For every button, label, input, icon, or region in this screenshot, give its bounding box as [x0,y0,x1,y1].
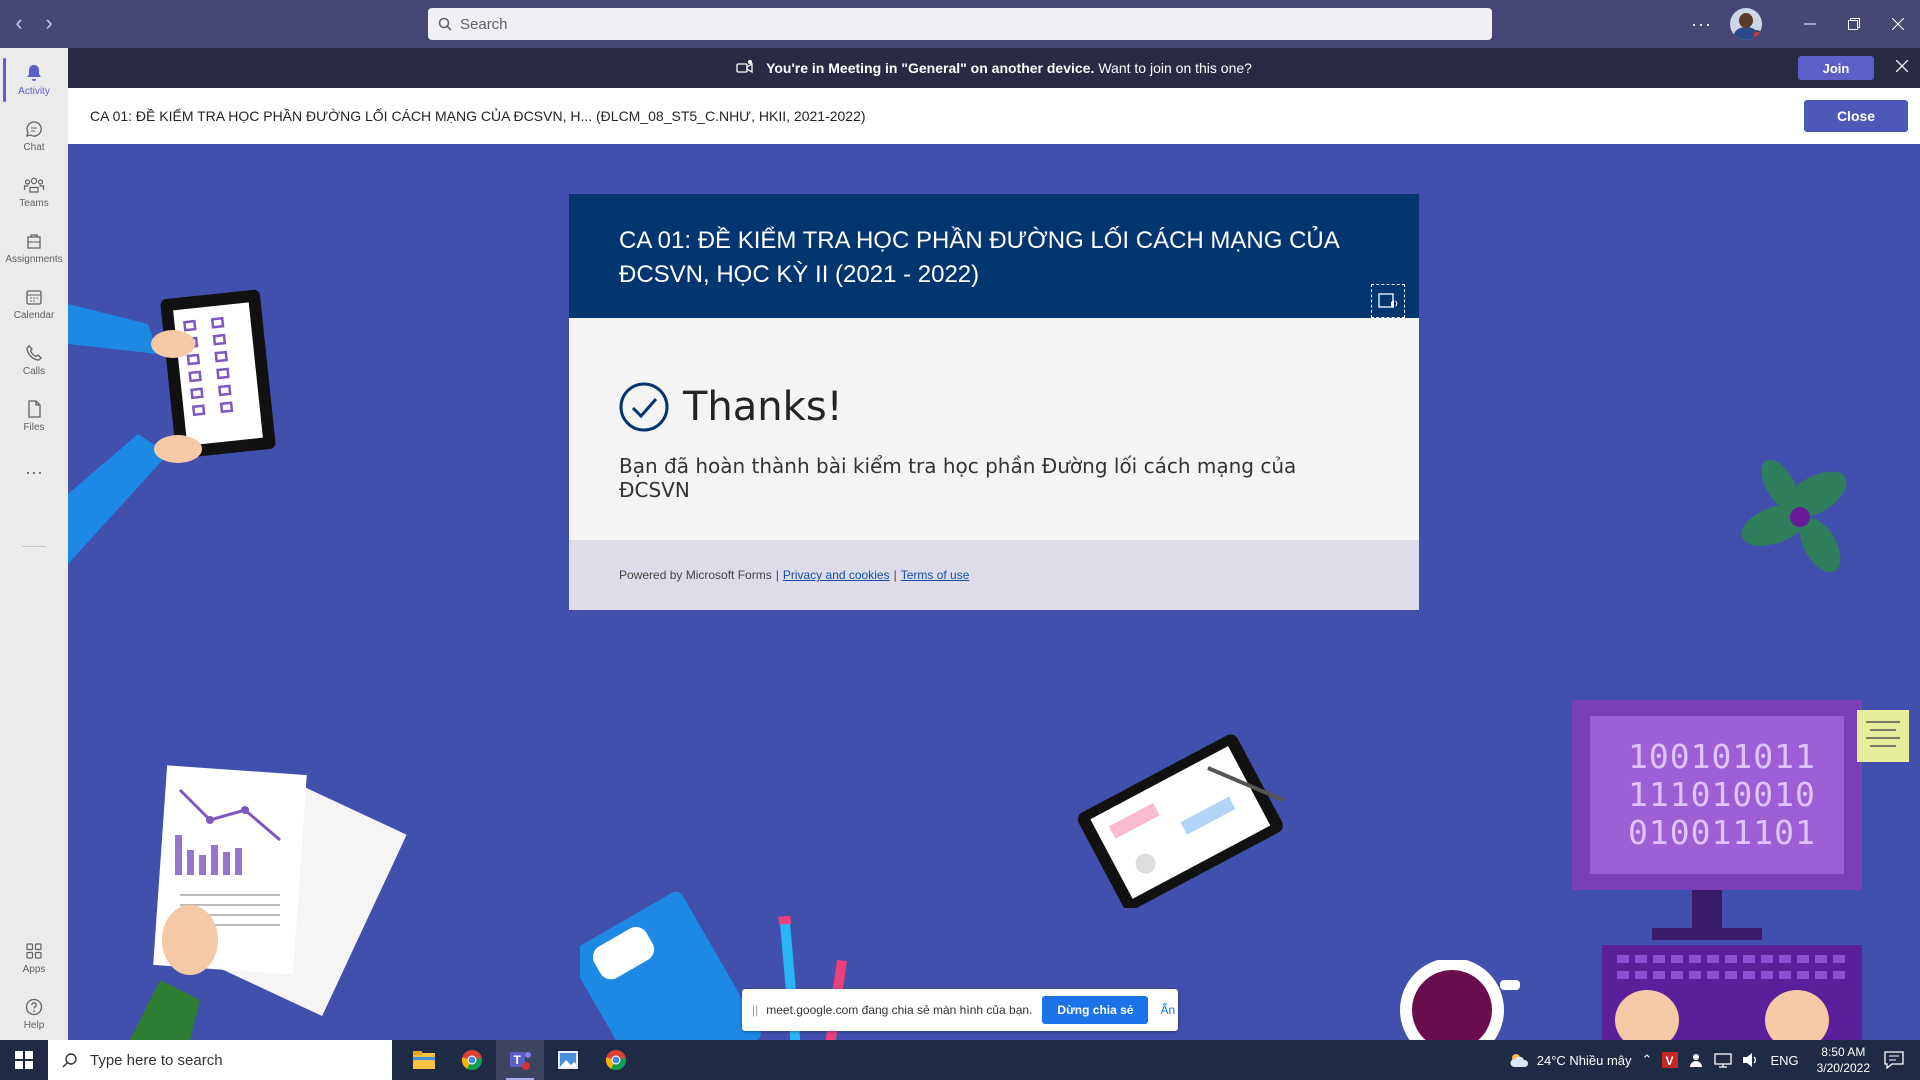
meeting-device-icon [736,60,753,74]
banner-bold-text: You're in Meeting in "General" on anothe… [766,60,1095,76]
network-icon[interactable] [1714,1052,1733,1068]
stop-sharing-button[interactable]: Dừng chia sẻ [1042,996,1149,1024]
binary-screen-text: 100101011 111010010 010011101 [1628,737,1816,852]
weather-text[interactable]: 24°C Nhiều mây [1537,1053,1632,1068]
close-icon[interactable] [1895,56,1909,77]
taskbar: Type here to search T 24°C Nhiều mây ⌃ V… [0,1040,1920,1080]
nav-arrows: ‹ › [10,12,58,34]
thanks-heading: Thanks! [683,384,843,430]
system-tray: 24°C Nhiều mây ⌃ V ENG 8:50 AM 3/20/2022 [1509,1040,1920,1080]
rail-item-calendar[interactable]: Calendar [0,276,68,332]
file-explorer-icon[interactable] [400,1040,448,1080]
avatar[interactable] [1730,8,1762,40]
clock[interactable]: 8:50 AM 3/20/2022 [1817,1044,1870,1076]
form-body: Thanks! Bạn đã hoàn thành bài kiểm tra h… [569,318,1419,540]
coffee-cup-illustration [1400,960,1520,1040]
more-apps-icon[interactable]: ··· [0,444,68,500]
hide-link[interactable]: Ẩn [1160,1003,1175,1017]
powered-by-text: Powered by Microsoft Forms [619,568,772,582]
user-tray-icon[interactable] [1688,1052,1704,1068]
forward-arrow-icon[interactable]: › [40,12,58,34]
notifications-icon[interactable] [1884,1051,1904,1069]
terms-link[interactable]: Terms of use [901,568,970,582]
search-input[interactable]: Search [428,8,1492,40]
restore-button[interactable] [1832,0,1876,48]
assignment-header: CA 01: ĐỀ KIỂM TRA HỌC PHẦN ĐƯỜNG LỐI CÁ… [68,88,1920,144]
form-card: CA 01: ĐỀ KIỂM TRA HỌC PHẦN ĐƯỜNG LỐI CÁ… [569,194,1419,610]
rail-item-files[interactable]: Files [0,388,68,444]
close-button[interactable]: Close [1804,100,1908,132]
windows-start-icon[interactable] [0,1040,48,1080]
drag-handle-icon[interactable]: || [752,1003,758,1017]
title-bar: ‹ › Search ··· [0,0,1920,48]
screen-share-bar: || meet.google.com đang chia sẻ màn hình… [742,989,1178,1031]
flower-illustration [1741,459,1847,573]
svg-text:T: T [514,1053,522,1067]
antivirus-icon[interactable]: V [1662,1052,1679,1068]
back-arrow-icon[interactable]: ‹ [10,12,28,34]
form-title-line2: ĐCSVN, HỌC KỲ II (2021 - 2022) [619,261,980,288]
more-options-icon[interactable]: ··· [1691,14,1712,35]
teams-icon [23,177,45,193]
rail-item-calls[interactable]: Calls [0,332,68,388]
svg-text:V: V [1666,1054,1674,1068]
minimize-button[interactable] [1788,0,1832,48]
rail-item-apps[interactable]: Apps [0,930,68,986]
page-title: CA 01: ĐỀ KIỂM TRA HỌC PHẦN ĐƯỜNG LỐI CÁ… [90,108,866,124]
rail-item-assignments[interactable]: Assignments [0,220,68,276]
apps-icon [26,943,42,959]
form-title-line1: CA 01: ĐỀ KIỂM TRA HỌC PHẦN ĐƯỜNG LỐI CÁ… [619,227,1340,254]
chevron-up-icon[interactable]: ⌃ [1642,1052,1653,1068]
assignments-icon [27,234,41,249]
report-papers-illustration [130,765,407,1040]
join-button[interactable]: Join [1798,56,1874,80]
file-icon [28,400,41,418]
taskbar-search-input[interactable]: Type here to search [48,1040,392,1080]
photos-app-icon[interactable] [544,1040,592,1080]
privacy-link[interactable]: Privacy and cookies [783,568,890,582]
share-status-text: meet.google.com đang chia sẻ màn hình củ… [766,1003,1033,1017]
busy-status-icon [1752,30,1762,40]
completion-message: Bạn đã hoàn thành bài kiểm tra học phần … [619,454,1297,502]
phone-icon [26,345,42,361]
rail-divider [22,546,46,547]
teams-app-icon[interactable]: T [496,1040,544,1080]
meeting-banner: You're in Meeting in "General" on anothe… [68,48,1920,88]
cloud-icon [1510,1054,1528,1067]
banner-text: Want to join on this one? [1098,60,1252,76]
close-window-button[interactable] [1876,0,1920,48]
calendar-icon [26,290,42,305]
rail-item-activity[interactable]: Activity [0,52,68,108]
help-icon [25,998,43,1016]
checkmark-circle-icon [619,382,669,432]
volume-icon[interactable] [1742,1052,1760,1068]
rail-item-chat[interactable]: Chat [0,108,68,164]
chrome-icon[interactable] [448,1040,496,1080]
rail-item-teams[interactable]: Teams [0,164,68,220]
form-footer: Powered by Microsoft Forms | Privacy and… [569,540,1419,610]
app-rail: Activity Chat Teams Assignments Calendar… [0,48,68,1040]
bell-icon [27,65,41,81]
language-indicator[interactable]: ENG [1770,1053,1798,1068]
immersive-reader-icon[interactable] [1371,284,1405,318]
rail-item-help[interactable]: Help [0,986,68,1042]
tilted-tablet-illustration [1077,734,1284,908]
form-header: CA 01: ĐỀ KIỂM TRA HỌC PHẦN ĐƯỜNG LỐI CÁ… [569,194,1419,318]
search-icon [438,17,452,31]
tablet-illustration [68,289,276,564]
search-placeholder: Search [460,15,508,33]
chat-icon [26,121,42,137]
chrome-icon-2[interactable] [592,1040,640,1080]
search-icon [62,1053,77,1068]
